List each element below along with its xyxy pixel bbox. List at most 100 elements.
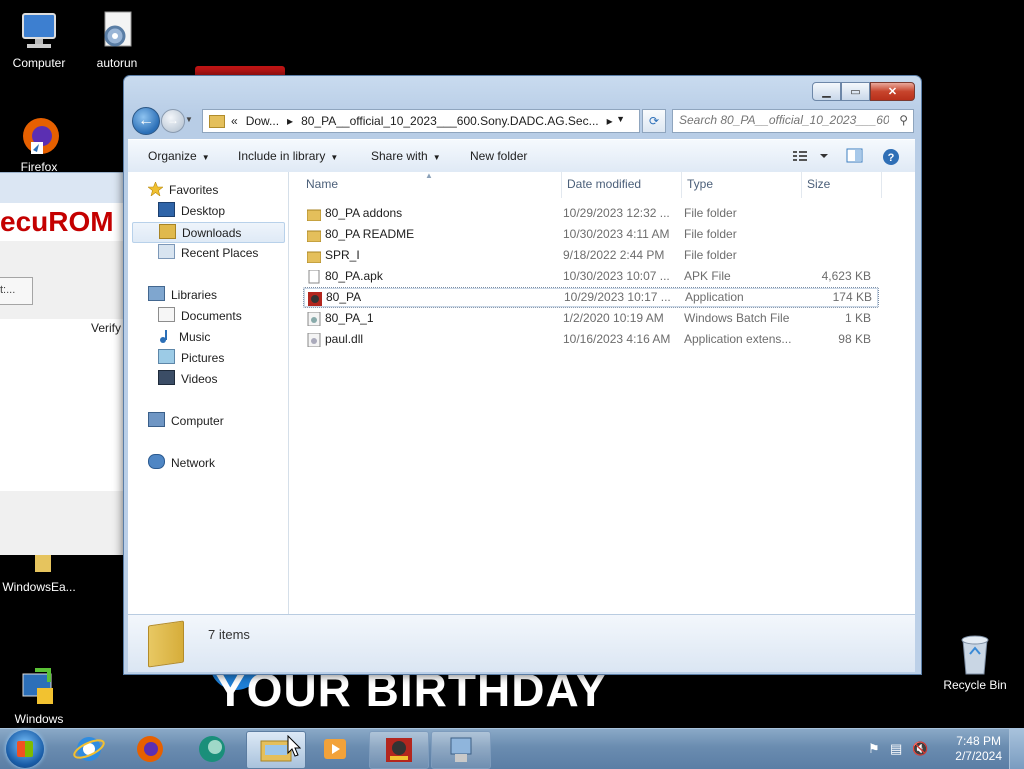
nav-favorites[interactable]: Favorites xyxy=(147,180,219,201)
search-box[interactable]: ⚲ xyxy=(672,109,914,133)
file-row[interactable]: paul.dll 10/16/2023 4:16 AM Application ex… xyxy=(303,329,877,350)
preview-pane-button[interactable] xyxy=(846,148,864,167)
desktop-icon-windowseasy[interactable]: WindowsEa... xyxy=(1,548,77,595)
back-button[interactable]: ← xyxy=(132,107,160,135)
forward-button[interactable]: → xyxy=(161,109,185,133)
nav-label: Favorites xyxy=(169,183,219,197)
nav-computer[interactable]: Computer xyxy=(148,411,224,432)
nav-label: Music xyxy=(179,330,211,344)
help-icon: ? xyxy=(883,149,899,165)
breadcrumb-separator-icon[interactable]: ▸ xyxy=(287,114,293,128)
minimize-button[interactable]: ▁ xyxy=(812,82,841,101)
column-header-type[interactable]: Type xyxy=(682,172,802,198)
address-dropdown-icon[interactable]: ▼ xyxy=(616,114,625,124)
svg-text:?: ? xyxy=(888,152,895,164)
nav-recent-places[interactable]: Recent Places xyxy=(158,243,258,264)
search-input[interactable] xyxy=(673,110,889,130)
file-type: Windows Batch File xyxy=(684,311,790,325)
computer-icon xyxy=(17,10,61,54)
background-window-list xyxy=(0,339,123,491)
nav-videos[interactable]: Videos xyxy=(158,369,217,390)
change-view-button[interactable] xyxy=(792,148,832,167)
recent-pages-dropdown[interactable]: ▼ xyxy=(185,115,193,124)
address-bar[interactable]: « Dow... ▸ 80_PA__official_10_2023___600… xyxy=(202,109,640,133)
desktop-icon-autorun[interactable]: autorun xyxy=(79,10,155,71)
organize-button[interactable]: Organize ▼ xyxy=(148,149,210,163)
nav-label: Libraries xyxy=(171,288,218,302)
nav-music[interactable]: Music xyxy=(158,327,210,348)
clock[interactable]: 7:48 PM 2/7/2024 xyxy=(955,734,1002,764)
help-button[interactable]: ? xyxy=(882,148,900,169)
column-header-date[interactable]: Date modified xyxy=(562,172,682,198)
taskbar-internet-explorer[interactable] xyxy=(60,731,118,767)
explorer-window[interactable]: ▁ ▭ ✕ ← → ▼ « Dow... ▸ 80_PA__official_1… xyxy=(123,75,922,675)
verify-column-header: Verify xyxy=(91,321,122,335)
column-header-size[interactable]: Size xyxy=(802,172,882,198)
background-window[interactable]: ecuROM t:... Verify xyxy=(0,172,123,555)
dll-icon xyxy=(307,332,321,348)
start-button[interactable] xyxy=(6,730,44,768)
file-row[interactable]: 80_PA_1 1/2/2020 10:19 AM Windows Batch Fi… xyxy=(303,308,877,329)
maximize-button[interactable]: ▭ xyxy=(841,82,870,101)
caption-buttons: ▁ ▭ ✕ xyxy=(812,82,915,101)
easy-transfer-icon xyxy=(17,651,61,704)
column-label: Name xyxy=(306,177,339,191)
action-center-flag-icon[interactable]: ⚑ xyxy=(868,741,880,757)
nav-label: Downloads xyxy=(182,226,242,240)
desktop-icon-label: Firefox xyxy=(20,160,58,172)
background-window-button[interactable]: t:... xyxy=(0,277,33,305)
file-row[interactable]: 80_PA README 10/30/2023 4:11 AM File folde… xyxy=(303,224,877,245)
batch-icon xyxy=(307,311,321,327)
file-row[interactable]: 80_PA addons 10/29/2023 12:32 ... File fol… xyxy=(303,203,877,224)
nav-network[interactable]: Network xyxy=(148,453,215,474)
nav-downloads[interactable]: Downloads xyxy=(132,222,285,243)
new-folder-button[interactable]: New folder xyxy=(470,149,527,163)
nav-documents[interactable]: Documents xyxy=(158,306,242,327)
taskbar-firefox[interactable] xyxy=(121,731,179,767)
column-header-name[interactable]: Name ▲ xyxy=(289,171,562,198)
breadcrumb-downloads[interactable]: Dow... xyxy=(246,114,279,128)
libraries-icon xyxy=(148,286,165,301)
navigation-pane[interactable]: Favorites Desktop Downloads Recent Place… xyxy=(128,172,289,614)
close-button[interactable]: ✕ xyxy=(870,82,915,101)
address-chevron[interactable]: « xyxy=(231,114,238,128)
recent-places-icon xyxy=(158,244,175,259)
documents-icon xyxy=(158,307,175,322)
nav-pictures[interactable]: Pictures xyxy=(158,348,224,369)
show-desktop-button[interactable] xyxy=(1009,729,1024,769)
pictures-icon xyxy=(158,349,175,364)
nav-desktop[interactable]: Desktop xyxy=(158,201,225,222)
breadcrumb-current[interactable]: 80_PA__official_10_2023___600.Sony.DADC.… xyxy=(301,114,599,128)
new-folder-label: New folder xyxy=(470,149,528,163)
file-size: 98 KB xyxy=(838,332,871,346)
file-row[interactable]: SPR_I 9/18/2022 2:44 PM File folder xyxy=(303,245,877,266)
file-row[interactable]: 80_PA.apk 10/30/2023 10:07 ... APK File 4,6… xyxy=(303,266,877,287)
refresh-icon: ⟳ xyxy=(648,114,660,128)
folder-icon xyxy=(148,620,184,668)
share-with-button[interactable]: Share with ▼ xyxy=(371,149,441,163)
chevron-down-icon: ▼ xyxy=(432,153,441,162)
computer-icon xyxy=(148,412,165,427)
taskbar-app-green[interactable] xyxy=(183,731,241,767)
volume-muted-icon[interactable]: 🔇 xyxy=(912,741,928,757)
mouse-cursor-icon xyxy=(287,735,301,757)
desktop-icon-firefox[interactable]: Firefox xyxy=(1,114,77,172)
network-tray-icon[interactable]: ▤ xyxy=(890,741,902,757)
taskbar-media-player[interactable] xyxy=(307,731,365,767)
file-list[interactable]: Name ▲ Date modified Type Size 80_PA addo… xyxy=(289,171,915,614)
nav-libraries[interactable]: Libraries xyxy=(148,285,217,306)
taskbar-game-app[interactable] xyxy=(369,731,429,769)
breadcrumb-separator-icon[interactable]: ▸ xyxy=(607,114,613,128)
folder-icon xyxy=(306,249,322,264)
desktop-icon-computer[interactable]: Computer xyxy=(1,10,77,71)
desktop-icon-recycle-bin[interactable]: Recycle Bin xyxy=(937,632,1013,693)
green-app-icon xyxy=(199,736,225,762)
search-icon[interactable]: ⚲ xyxy=(899,113,908,127)
taskbar-installer-app[interactable] xyxy=(431,731,491,769)
file-type: File folder xyxy=(684,248,737,262)
refresh-button[interactable]: ⟳ xyxy=(642,109,666,133)
notification-area: ⚑ ▤ 🔇 7:48 PM 2/7/2024 xyxy=(854,729,1024,769)
include-in-library-button[interactable]: Include in library ▼ xyxy=(238,149,338,163)
file-type: Application xyxy=(685,290,744,304)
file-row[interactable]: 80_PA 10/29/2023 10:17 ... Application 174 … xyxy=(303,287,879,308)
